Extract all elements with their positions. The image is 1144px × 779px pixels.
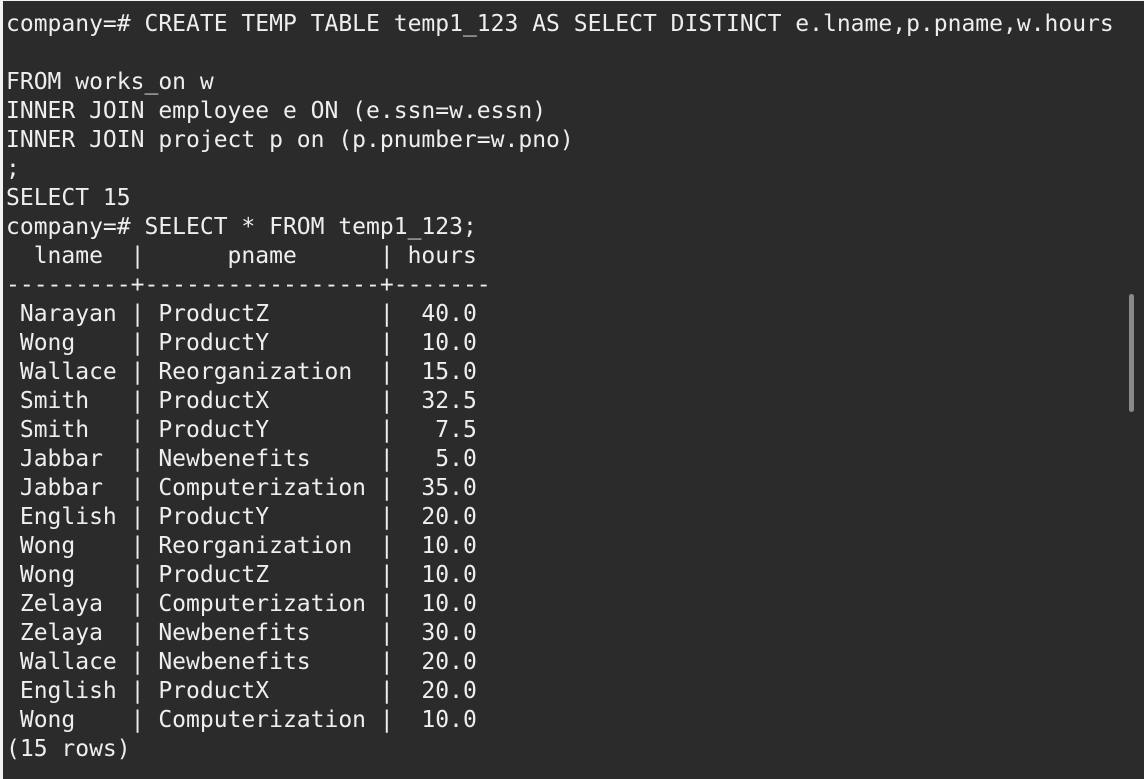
- table-row: English | ProductX | 20.0: [6, 678, 477, 704]
- result-separator: ---------+-----------------+-------: [6, 272, 491, 298]
- table-row: Wong | ProductY | 10.0: [6, 330, 477, 356]
- table-row: Wong | Reorganization | 10.0: [6, 533, 477, 559]
- sql-from-line: FROM works_on w: [6, 69, 214, 95]
- table-row: Smith | ProductY | 7.5: [6, 417, 477, 443]
- table-row: English | ProductY | 20.0: [6, 504, 477, 530]
- result-header: lname | pname | hours: [6, 243, 477, 269]
- sql-terminator-line: ;: [6, 156, 20, 182]
- table-row: Wong | Computerization | 10.0: [6, 707, 477, 733]
- table-row: Wong | ProductZ | 10.0: [6, 562, 477, 588]
- terminal-output[interactable]: company=# CREATE TEMP TABLE temp1_123 AS…: [6, 10, 1114, 764]
- command-result-line: SELECT 15: [6, 185, 131, 211]
- sql-join-employee-line: INNER JOIN employee e ON (e.ssn=w.essn): [6, 98, 547, 124]
- table-row: Jabbar | Computerization | 35.0: [6, 475, 477, 501]
- command-line-select: company=# SELECT * FROM temp1_123;: [6, 214, 477, 240]
- table-row: Wallace | Newbenefits | 20.0: [6, 649, 477, 675]
- sql-join-project-line: INNER JOIN project p on (p.pnumber=w.pno…: [6, 127, 574, 153]
- table-row: Zelaya | Newbenefits | 30.0: [6, 620, 477, 646]
- table-row: Wallace | Reorganization | 15.0: [6, 359, 477, 385]
- table-row: Smith | ProductX | 32.5: [6, 388, 477, 414]
- command-line-create-temp-table: company=# CREATE TEMP TABLE temp1_123 AS…: [6, 11, 1114, 37]
- table-row: Jabbar | Newbenefits | 5.0: [6, 446, 477, 472]
- row-count-line: (15 rows): [6, 736, 131, 762]
- table-row: Narayan | ProductZ | 40.0: [6, 301, 477, 327]
- table-row: Zelaya | Computerization | 10.0: [6, 591, 477, 617]
- scrollbar-thumb[interactable]: [1129, 294, 1134, 412]
- terminal-window[interactable]: company=# CREATE TEMP TABLE temp1_123 AS…: [0, 0, 1144, 779]
